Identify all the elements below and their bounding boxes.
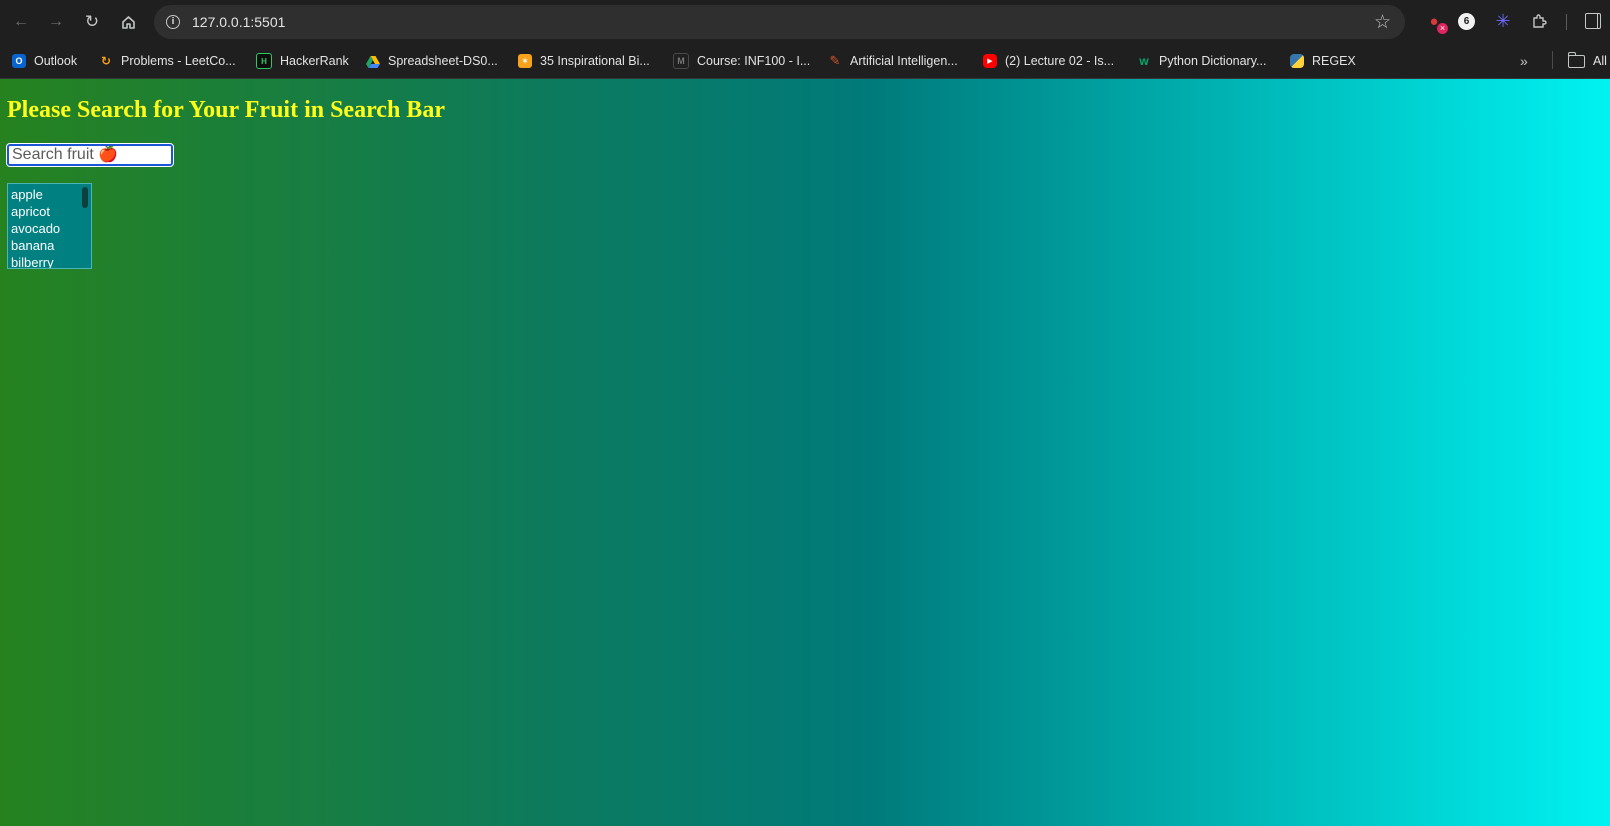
bookmark-course[interactable]: M Course: INF100 - I...	[673, 50, 810, 72]
bookmark-outlook[interactable]: O Outlook	[12, 50, 77, 72]
list-item[interactable]: bilberry	[11, 254, 91, 268]
bookmark-python-dictionary[interactable]: w Python Dictionary...	[1137, 50, 1266, 72]
list-item[interactable]: avocado	[11, 220, 91, 237]
toolbar-divider	[1566, 14, 1567, 30]
course-icon: M	[673, 53, 689, 69]
extension-red-icon[interactable]: ● ×	[1424, 11, 1448, 34]
folder-icon	[1567, 51, 1585, 68]
bookmark-hackerrank[interactable]: H HackerRank	[256, 50, 349, 72]
bookmarks-divider	[1552, 51, 1553, 69]
extension-spark-icon[interactable]: ✳	[1493, 11, 1513, 31]
site-info-icon[interactable]: i	[166, 15, 180, 29]
hackerrank-icon: H	[256, 53, 272, 69]
bookmark-regex[interactable]: REGEX	[1290, 50, 1356, 72]
search-input[interactable]	[6, 143, 174, 167]
leetcode-icon: ↻	[100, 54, 112, 68]
bookmark-inspirational[interactable]: ✶ 35 Inspirational Bi...	[518, 50, 650, 72]
google-drive-icon	[366, 54, 380, 68]
bookmark-label: 35 Inspirational Bi...	[540, 54, 650, 68]
bookmark-leetcode[interactable]: ↻ Problems - LeetCo...	[99, 50, 236, 72]
python-icon	[1290, 54, 1304, 68]
extensions-puzzle-icon[interactable]	[1529, 11, 1549, 31]
page-viewport: Please Search for Your Fruit in Search B…	[0, 79, 1610, 826]
list-scrollbar[interactable]	[82, 187, 88, 208]
extension-circle-icon[interactable]: 6	[1458, 13, 1475, 30]
outlook-icon: O	[12, 54, 26, 68]
side-panel-icon[interactable]	[1583, 11, 1603, 31]
bookmark-label: Python Dictionary...	[1159, 54, 1267, 68]
back-icon[interactable]: ←	[9, 10, 33, 34]
star-burst-icon: ✶	[518, 54, 532, 68]
url-text[interactable]: 127.0.0.1:5501	[192, 14, 285, 30]
bookmark-label: Problems - LeetCo...	[121, 54, 236, 68]
page-title: Please Search for Your Fruit in Search B…	[7, 97, 445, 123]
bookmark-lecture[interactable]: ▶ (2) Lecture 02 - Is...	[983, 50, 1114, 72]
list-item[interactable]: banana	[11, 237, 91, 254]
address-bar[interactable]: i 127.0.0.1:5501 ☆	[154, 5, 1405, 39]
bookmark-label: (2) Lecture 02 - Is...	[1005, 54, 1115, 68]
browser-toolbar: ← → ↻ i 127.0.0.1:5501 ☆ ● × 6 ✳	[0, 0, 1610, 44]
bookmark-label: REGEX	[1312, 54, 1356, 68]
all-bookmarks-button[interactable]: All	[1567, 50, 1607, 72]
bookmark-label: HackerRank	[280, 54, 349, 68]
more-bookmarks-icon[interactable]: »	[1520, 53, 1528, 69]
ai-icon: ✎	[829, 53, 841, 68]
forward-icon[interactable]: →	[44, 10, 68, 34]
bookmark-label: Artificial Intelligen...	[850, 54, 958, 68]
bookmark-star-icon[interactable]: ☆	[1374, 11, 1391, 34]
bookmark-label: Course: INF100 - I...	[697, 54, 811, 68]
list-item[interactable]: apricot	[11, 203, 91, 220]
list-item[interactable]: apple	[11, 186, 91, 203]
youtube-icon: ▶	[983, 54, 997, 68]
all-bookmarks-label: All	[1593, 54, 1607, 68]
bookmarks-bar: O Outlook ↻ Problems - LeetCo... H Hacke…	[0, 44, 1610, 79]
home-icon[interactable]	[116, 10, 140, 34]
bookmark-label: Spreadsheet-DS0...	[388, 54, 498, 68]
extension-error-badge: ×	[1437, 23, 1448, 34]
fruit-list[interactable]: apple apricot avocado banana bilberry	[7, 183, 92, 269]
reload-icon[interactable]: ↻	[80, 10, 104, 34]
bookmark-spreadsheet[interactable]: Spreadsheet-DS0...	[366, 50, 498, 72]
bookmark-ai[interactable]: ✎ Artificial Intelligen...	[828, 50, 958, 72]
bookmark-label: Outlook	[34, 54, 78, 68]
w3schools-icon: w	[1139, 54, 1149, 68]
